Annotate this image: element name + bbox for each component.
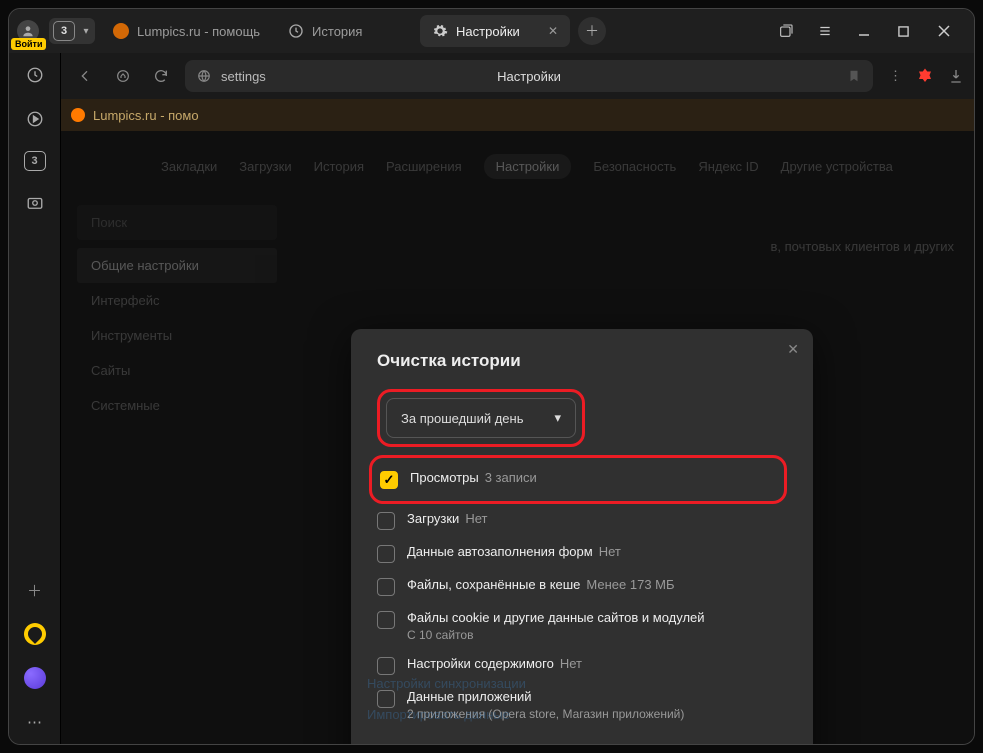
kebab-icon[interactable]: ⋮ [889, 68, 902, 84]
download-icon[interactable] [948, 68, 964, 84]
checkbox[interactable] [377, 545, 395, 563]
option-label: Файлы, сохранённые в кеше [407, 577, 580, 592]
dialog-close-button[interactable]: ✕ [787, 341, 799, 358]
tab-settings[interactable]: Настройки ✕ [420, 15, 570, 47]
leftnav-item[interactable]: Инструменты [77, 318, 277, 353]
mail-icon[interactable] [23, 622, 47, 646]
maximize-button[interactable] [898, 26, 914, 37]
leftnav-item[interactable]: Интерфейс [77, 283, 277, 318]
option-label: Данные автозаполнения форм [407, 544, 593, 559]
tabbar: Lumpics.ru - помощь История Настройки ✕ … [101, 15, 606, 47]
select-value: За прошедший день [401, 411, 523, 426]
page-title: Настройки [497, 69, 561, 84]
pinned-tab-strip[interactable]: Lumpics.ru - помо [61, 99, 974, 131]
favicon-orange-icon [71, 108, 85, 122]
history-icon[interactable] [23, 63, 47, 87]
tab-history[interactable]: История [276, 15, 416, 47]
bookmark-icon[interactable] [847, 68, 861, 84]
address-bar: settings Настройки ⋮ [61, 53, 974, 99]
chevron-down-icon: ▾ [77, 26, 95, 37]
option-suffix: Нет [599, 544, 621, 559]
globe-icon [197, 69, 211, 83]
tab-label: Настройки [456, 24, 520, 39]
profile-button[interactable]: Войти [17, 20, 39, 42]
adblock-icon[interactable] [916, 67, 934, 85]
reload-button[interactable] [147, 62, 175, 90]
add-icon[interactable]: ＋ [23, 578, 47, 602]
settings-page: Закладки Загрузки История Расширения Настрой… [61, 131, 974, 744]
topnav-item[interactable]: Яндекс ID [698, 159, 758, 179]
clear-option[interactable]: Данные автозаполнения форм Нет [377, 537, 787, 570]
chevron-down-icon: ▾ [554, 410, 561, 426]
checkbox[interactable]: ✓ [380, 471, 398, 489]
left-sidebar: 3 ＋ ⋯ [9, 53, 61, 744]
clear-option[interactable]: ✓ Просмотры 3 записи [380, 463, 537, 496]
option-suffix: Менее 173 МБ [586, 577, 674, 592]
settings-search[interactable]: Поиск [77, 205, 277, 240]
time-range-select[interactable]: За прошедший день ▾ [386, 398, 576, 438]
option-label: Просмотры [410, 470, 479, 485]
topnav-item[interactable]: Настройки [484, 154, 572, 179]
option-label: Загрузки [407, 511, 459, 526]
settings-topnav: Закладки Загрузки История Расширения Настрой… [61, 131, 974, 199]
screenshot-icon[interactable] [23, 191, 47, 215]
login-pill[interactable]: Войти [11, 38, 46, 50]
leftnav-item[interactable]: Сайты [77, 353, 277, 388]
tab-lumpics[interactable]: Lumpics.ru - помощь [101, 15, 272, 47]
close-window-button[interactable] [938, 25, 954, 37]
topnav-item[interactable]: Закладки [161, 159, 217, 179]
tab-label: История [312, 24, 362, 39]
collections-icon[interactable] [778, 23, 794, 39]
checkbox[interactable] [377, 578, 395, 596]
close-icon[interactable]: ✕ [548, 24, 558, 38]
topnav-item[interactable]: История [314, 159, 364, 179]
home-button[interactable] [109, 62, 137, 90]
clear-option[interactable]: Файлы cookie и другие данные сайтов и мо… [377, 603, 787, 649]
play-icon[interactable] [23, 107, 47, 131]
link-import-data[interactable]: Импортировать данные [367, 699, 526, 730]
truncated-text: в, почтовых клиентов и других [771, 239, 954, 254]
topnav-item[interactable]: Другие устройства [781, 159, 893, 179]
alice-icon[interactable] [23, 666, 47, 690]
option-subtext: С 10 сайтов [407, 628, 705, 642]
leftnav-item[interactable]: Общие настройки [77, 248, 277, 283]
gear-icon [432, 23, 448, 39]
titlebar: Войти 3 ▾ Lumpics.ru - помощь История На… [9, 9, 974, 53]
highlight-marker: ✓ Просмотры 3 записи [369, 455, 787, 504]
option-suffix: Нет [560, 656, 582, 671]
menu-icon[interactable] [818, 24, 834, 38]
new-tab-button[interactable]: ＋ [578, 17, 606, 45]
leftnav-item[interactable]: Системные [77, 388, 277, 423]
minimize-button[interactable] [858, 25, 874, 37]
dialog-title: Очистка истории [377, 351, 787, 371]
clock-icon [288, 23, 304, 39]
topnav-item[interactable]: Безопасность [593, 159, 676, 179]
option-label: Файлы cookie и другие данные сайтов и мо… [407, 610, 705, 625]
tab-counter[interactable]: 3 ▾ [49, 18, 95, 44]
option-suffix: Нет [465, 511, 487, 526]
link-sync-settings[interactable]: Настройки синхронизации [367, 668, 526, 699]
checkbox[interactable] [377, 512, 395, 530]
tab-count-number: 3 [53, 21, 75, 41]
topnav-item[interactable]: Расширения [386, 159, 462, 179]
highlight-marker: За прошедший день ▾ [377, 389, 585, 447]
clear-option[interactable]: Файлы, сохранённые в кеше Менее 173 МБ [377, 570, 787, 603]
pinned-tab-label: Lumpics.ru - помо [93, 108, 199, 123]
overflow-icon[interactable]: ⋯ [23, 710, 47, 734]
option-suffix: 3 записи [485, 470, 537, 485]
url-text: settings [221, 69, 266, 84]
tab-label: Lumpics.ru - помощь [137, 24, 260, 39]
tabs-icon[interactable]: 3 [24, 151, 46, 171]
url-field[interactable]: settings Настройки [185, 60, 873, 92]
checkbox[interactable] [377, 611, 395, 629]
clear-option[interactable]: Загрузки Нет [377, 504, 787, 537]
topnav-item[interactable]: Загрузки [239, 159, 291, 179]
favicon-orange-icon [113, 23, 129, 39]
back-button[interactable] [71, 62, 99, 90]
settings-leftnav: Поиск Общие настройкиИнтерфейсИнструмент… [77, 199, 277, 423]
